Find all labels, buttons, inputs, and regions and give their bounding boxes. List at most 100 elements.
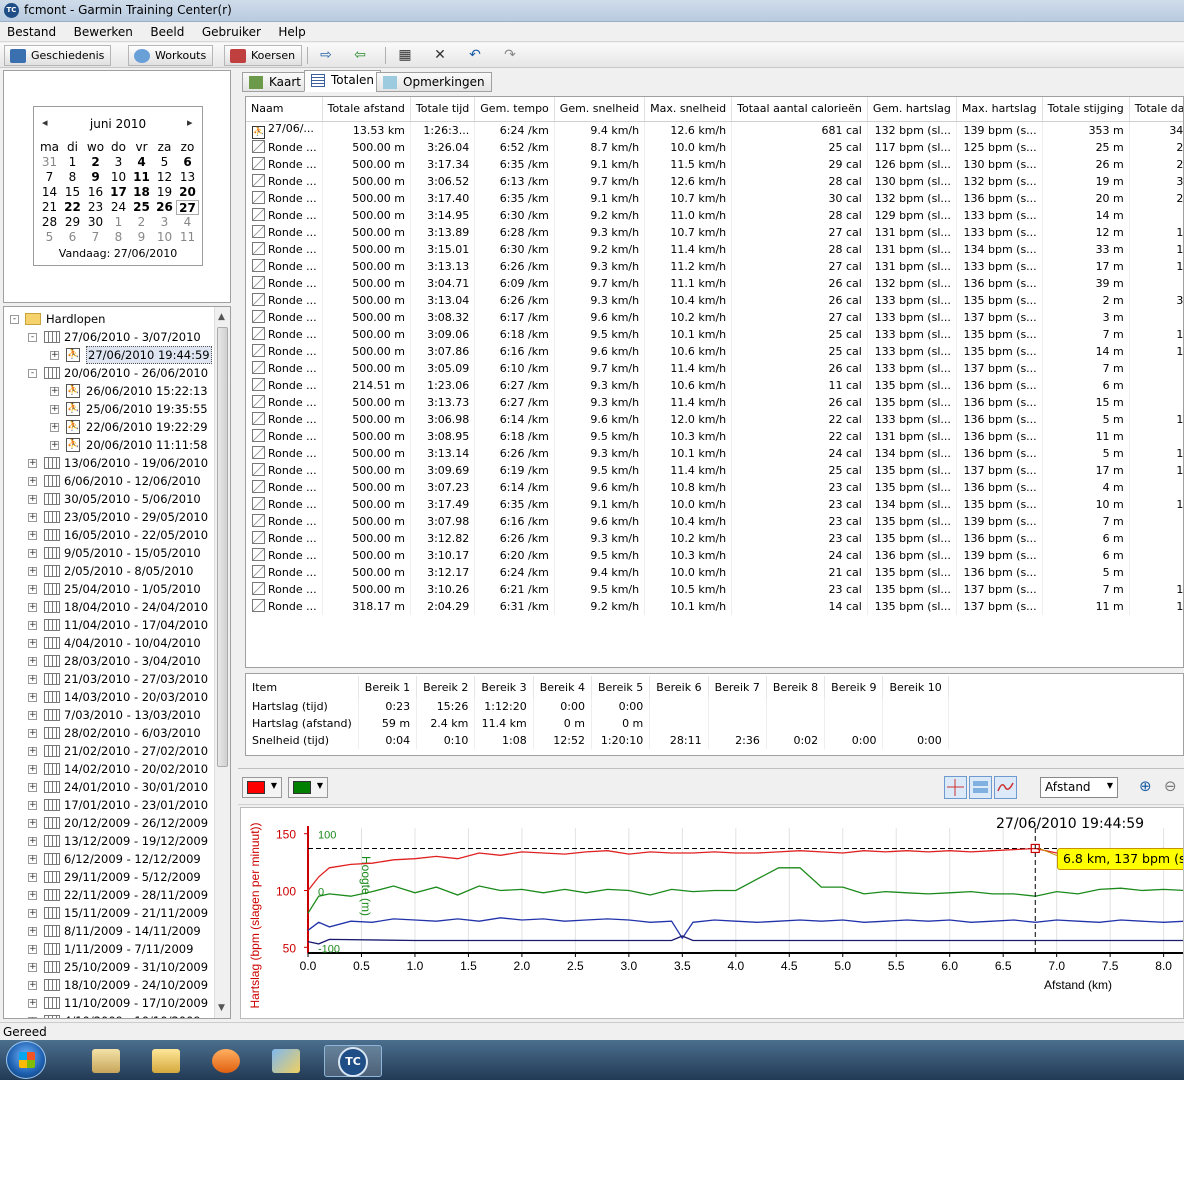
tree-scrollbar[interactable]: ▲ ▼ <box>214 307 230 1018</box>
lap-row[interactable]: Ronde ... 500.00 m 3:17.40 6:35 /km 9.1 km/h… <box>246 189 1183 207</box>
crosshair-view-button[interactable] <box>944 776 967 799</box>
calendar-day[interactable]: 12 <box>153 170 176 185</box>
expand-icon[interactable]: + <box>28 585 37 594</box>
calendar-day[interactable]: 3 <box>153 215 176 230</box>
calendar-day[interactable]: 29 <box>61 215 84 230</box>
expand-icon[interactable]: + <box>28 459 37 468</box>
chart-plot-area[interactable]: 0.0 0.5 1.0 1.5 2.0 2.5 3.0 3.5 4.0 4.5 5.0 5.5 6.0 6… <box>240 807 1184 1019</box>
tree-week-node[interactable]: +4/10/2009 - 10/10/2009 <box>4 1012 214 1018</box>
calendar-day[interactable]: 26 <box>153 200 176 215</box>
expand-icon[interactable]: + <box>28 693 37 702</box>
expand-icon[interactable]: + <box>28 711 37 720</box>
lap-row[interactable]: Ronde ... 500.00 m 3:08.32 6:17 /km 9.6 km/h… <box>246 308 1183 326</box>
calendar-day[interactable]: 30 <box>84 215 107 230</box>
calendar-day[interactable]: 15 <box>61 185 84 200</box>
delete-icon[interactable]: ✕ <box>430 47 450 64</box>
expand-icon[interactable]: + <box>28 1017 37 1018</box>
lap-row[interactable]: Ronde ... 500.00 m 3:04.71 6:09 /km 9.7 km/h… <box>246 274 1183 292</box>
tree-week-node[interactable]: +6/12/2009 - 12/12/2009 <box>4 850 214 868</box>
tree-week-node[interactable]: - 27/06/2010 - 3/07/2010 <box>4 328 214 346</box>
expand-icon[interactable]: + <box>28 981 37 990</box>
calendar-day[interactable]: 9 <box>84 170 107 185</box>
tree-week-node[interactable]: +28/03/2010 - 3/04/2010 <box>4 652 214 670</box>
expand-icon[interactable]: + <box>28 567 37 576</box>
column-header[interactable]: Bereik 8 <box>766 676 826 698</box>
expand-icon[interactable]: + <box>28 549 37 558</box>
lap-row[interactable]: Ronde ... 500.00 m 3:06.98 6:14 /km 9.6 km/h… <box>246 410 1183 428</box>
lap-row[interactable]: Ronde ... 500.00 m 3:05.09 6:10 /km 9.7 km/h… <box>246 359 1183 377</box>
column-header[interactable]: Gem. snelheid <box>554 97 646 122</box>
lap-row[interactable]: Ronde ... 500.00 m 3:09.69 6:19 /km 9.5 km/h… <box>246 461 1183 479</box>
column-header[interactable]: Bereik 6 <box>649 676 709 698</box>
expand-icon[interactable]: + <box>28 963 37 972</box>
calendar-day[interactable]: 4 <box>176 215 199 230</box>
tree-activity-node[interactable]: + ⛹ 26/06/2010 15:22:13 <box>4 382 214 400</box>
column-header[interactable]: Totale tijd <box>410 97 476 122</box>
column-header[interactable]: Bereik 1 <box>358 676 418 698</box>
tree-week-node[interactable]: +29/11/2009 - 5/12/2009 <box>4 868 214 886</box>
column-header[interactable]: Totale afstand <box>322 97 411 122</box>
tree-week-node[interactable]: +13/06/2010 - 19/06/2010 <box>4 454 214 472</box>
expand-icon[interactable]: + <box>50 423 59 432</box>
tree-week-node[interactable]: +24/01/2010 - 30/01/2010 <box>4 778 214 796</box>
tree-week-node[interactable]: - 20/06/2010 - 26/06/2010 <box>4 364 214 382</box>
collapse-icon[interactable]: - <box>28 333 37 342</box>
tree-week-node[interactable]: +28/02/2010 - 6/03/2010 <box>4 724 214 742</box>
expand-icon[interactable]: + <box>28 873 37 882</box>
calendar-day[interactable]: 21 <box>38 200 61 215</box>
calendar-day[interactable]: 18 <box>130 185 153 200</box>
tab-kaart[interactable]: Kaart <box>242 72 309 92</box>
collapse-icon[interactable]: - <box>28 369 37 378</box>
lap-row[interactable]: Ronde ... 500.00 m 3:13.04 6:26 /km 9.3 km/h… <box>246 291 1183 309</box>
zoom-in-icon[interactable]: ⊕ <box>1139 777 1159 797</box>
zone-row[interactable]: Hartslag (afstand) 59 m 2.4 km 11.4 km 0 m0 … <box>246 715 949 732</box>
expand-icon[interactable]: + <box>28 603 37 612</box>
tree-week-node[interactable]: +30/05/2010 - 5/06/2010 <box>4 490 214 508</box>
calendar-day[interactable]: 24 <box>107 200 130 215</box>
calendar-day[interactable]: 19 <box>153 185 176 200</box>
lap-row[interactable]: Ronde ... 500.00 m 3:13.14 6:26 /km 9.3 km/h… <box>246 444 1183 462</box>
calendar-day[interactable]: 14 <box>38 185 61 200</box>
expand-icon[interactable]: + <box>28 747 37 756</box>
scroll-down-icon[interactable]: ▼ <box>218 1003 225 1013</box>
workouts-button[interactable]: Workouts <box>128 45 214 66</box>
expand-icon[interactable]: + <box>28 783 37 792</box>
tree-week-node[interactable]: +22/11/2009 - 28/11/2009 <box>4 886 214 904</box>
calendar-day[interactable]: 3 <box>107 155 130 170</box>
redo-icon[interactable]: ↷ <box>500 47 520 64</box>
history-button[interactable]: Geschiedenis <box>4 45 112 66</box>
expand-icon[interactable]: + <box>28 621 37 630</box>
expand-icon[interactable]: + <box>28 513 37 522</box>
column-header[interactable]: Bereik 3 <box>474 676 534 698</box>
calendar-day[interactable]: 6 <box>176 155 199 170</box>
calendar-day[interactable]: 4 <box>130 155 153 170</box>
column-header[interactable]: Bereik 2 <box>416 676 476 698</box>
lap-row[interactable]: Ronde ... 500.00 m 3:10.26 6:21 /km 9.5 km/h… <box>246 580 1183 598</box>
courses-button[interactable]: Koersen <box>224 45 303 66</box>
calendar-day[interactable]: 31 <box>38 155 61 170</box>
lap-row[interactable]: Ronde ... 214.51 m 1:23.06 6:27 /km 9.3 km/h… <box>246 376 1183 394</box>
tree-week-node[interactable]: +9/05/2010 - 15/05/2010 <box>4 544 214 562</box>
lap-row[interactable]: Ronde ... 500.00 m 3:12.82 6:26 /km 9.3 km/h… <box>246 529 1183 547</box>
tree-week-node[interactable]: +2/05/2010 - 8/05/2010 <box>4 562 214 580</box>
calendar-day[interactable]: 7 <box>84 230 107 245</box>
column-header[interactable]: Gem. tempo <box>474 97 555 122</box>
tree-week-node[interactable]: +21/03/2010 - 27/03/2010 <box>4 670 214 688</box>
receive-from-device-icon[interactable]: ⇦ <box>350 47 370 64</box>
lap-row[interactable]: Ronde ... 500.00 m 3:13.13 6:26 /km 9.3 km/h… <box>246 257 1183 275</box>
column-header[interactable]: Totale daling <box>1129 97 1183 122</box>
lap-row[interactable]: Ronde ... 500.00 m 3:13.89 6:28 /km 9.3 km/h… <box>246 223 1183 241</box>
lap-row[interactable]: Ronde ... 500.00 m 3:06.52 6:13 /km 9.7 km/h… <box>246 172 1183 190</box>
calendar-day[interactable]: 9 <box>130 230 153 245</box>
activity-chart[interactable]: 0.0 0.5 1.0 1.5 2.0 2.5 3.0 3.5 4.0 4.5 5.0 5.5 6.0 6… <box>241 808 1184 1019</box>
lap-row[interactable]: Ronde ... 500.00 m 3:07.98 6:16 /km 9.6 km/h… <box>246 512 1183 530</box>
tree-week-node[interactable]: +25/04/2010 - 1/05/2010 <box>4 580 214 598</box>
tab-totalen[interactable]: Totalen <box>304 70 382 92</box>
tree-week-node[interactable]: +6/06/2010 - 12/06/2010 <box>4 472 214 490</box>
column-header[interactable]: Totaal aantal calorieën <box>731 97 868 122</box>
overlay-view-button[interactable] <box>994 776 1017 799</box>
calendar-day[interactable]: 16 <box>84 185 107 200</box>
expand-icon[interactable]: + <box>50 351 59 360</box>
expand-icon[interactable]: + <box>28 477 37 486</box>
expand-icon[interactable]: + <box>50 387 59 396</box>
